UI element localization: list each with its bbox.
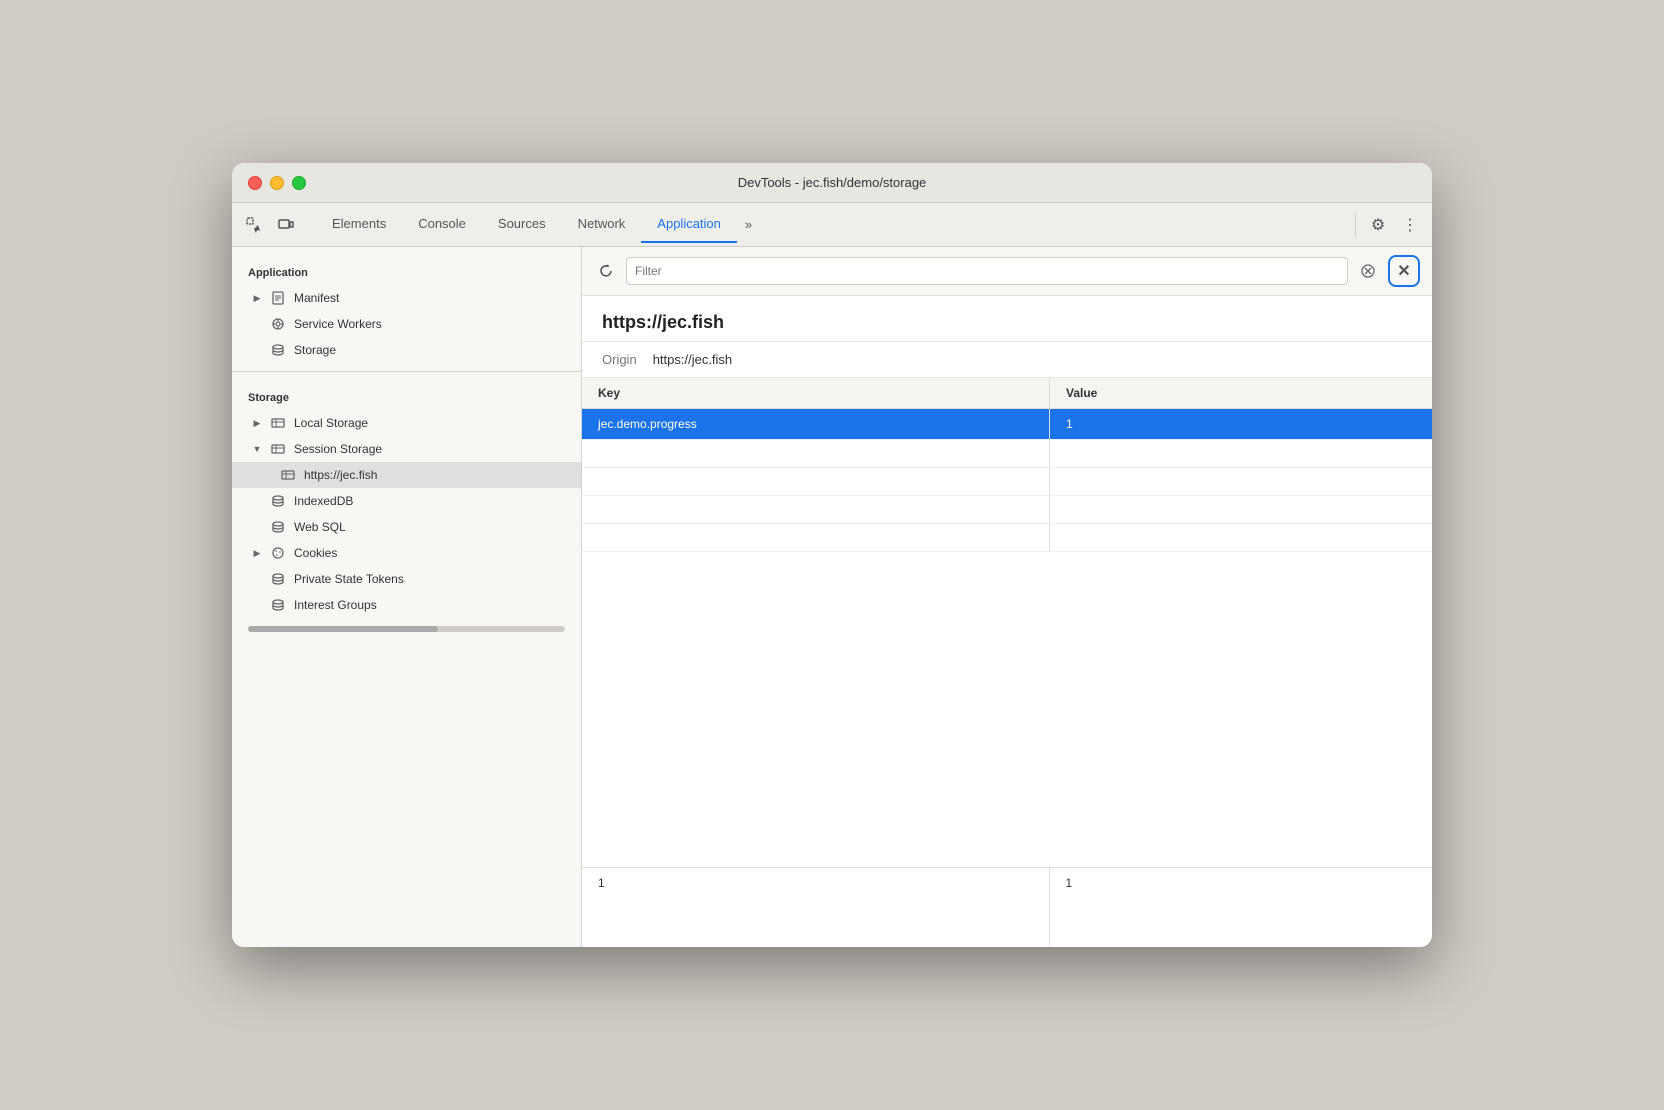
sidebar-item-web-sql[interactable]: Web SQL [232,514,581,540]
more-options-icon[interactable]: ⋮ [1396,211,1424,239]
sidebar-item-manifest[interactable]: ▶ Manifest [232,285,581,311]
session-storage-icon [270,441,286,457]
maximize-button[interactable] [292,176,306,190]
sidebar-item-local-storage[interactable]: ▶ Local Storage [232,410,581,436]
window-title: DevTools - jec.fish/demo/storage [738,175,927,190]
bottom-data-value: 1 [1050,868,1433,947]
sidebar-item-interest-groups[interactable]: Interest Groups [232,592,581,618]
bottom-key-value: 1 [582,868,1050,947]
arrow-right-icon: ▶ [252,293,262,303]
sidebar: Application ▶ Manifest [232,247,582,947]
web-sql-label: Web SQL [294,520,346,534]
manifest-icon [270,290,286,306]
table-row[interactable]: jec.demo.progress 1 [582,409,1432,440]
tab-more[interactable]: » [737,207,760,242]
sidebar-item-storage-app[interactable]: Storage [232,337,581,363]
sidebar-section-application: Application [232,255,581,285]
manifest-label: Manifest [294,291,339,305]
origin-value: https://jec.fish [653,352,732,367]
local-storage-icon [270,415,286,431]
main-panel: ✕ https://jec.fish Origin https://jec.fi… [582,247,1432,947]
minimize-button[interactable] [270,176,284,190]
panel-toolbar: ✕ [582,247,1432,296]
origin-row: Origin https://jec.fish [582,342,1432,378]
traffic-lights [248,176,306,190]
web-sql-icon [270,519,286,535]
close-button[interactable] [248,176,262,190]
data-table: Key Value jec.demo.progress 1 [582,378,1432,552]
table-row-empty-3 [582,496,1432,524]
panel-title: https://jec.fish [582,296,1432,342]
settings-icon[interactable]: ⚙ [1364,211,1392,239]
service-workers-label: Service Workers [294,317,382,331]
session-storage-arrow-icon: ▼ [252,444,262,454]
sidebar-section-storage: Storage [232,380,581,410]
tab-console[interactable]: Console [402,206,482,243]
tab-network[interactable]: Network [562,206,642,243]
col-header-key: Key [582,378,1050,409]
interest-groups-label: Interest Groups [294,598,377,612]
table-row-empty-1 [582,440,1432,468]
sidebar-item-cookies[interactable]: ▶ Cookies [232,540,581,566]
table-row-empty-4 [582,524,1432,552]
sidebar-scrollbar-thumb [248,626,438,632]
storage-app-icon [270,342,286,358]
service-workers-icon [270,316,286,332]
clear-filter-icon[interactable] [1356,259,1380,283]
toolbar-left-icons [240,211,300,239]
session-storage-label: Session Storage [294,442,382,456]
private-state-tokens-label: Private State Tokens [294,572,404,586]
devtools-window: DevTools - jec.fish/demo/storage Element… [232,163,1432,947]
sidebar-scrollbar[interactable] [248,626,565,632]
main-content: Application ▶ Manifest [232,247,1432,947]
session-child-icon [280,467,296,483]
table-cell-value: 1 [1050,409,1433,440]
tab-elements[interactable]: Elements [316,206,402,243]
local-storage-label: Local Storage [294,416,368,430]
cookies-icon [270,545,286,561]
inspect-icon[interactable] [240,211,268,239]
indexeddb-label: IndexedDB [294,494,353,508]
private-state-icon [270,571,286,587]
sidebar-divider-1 [232,371,581,372]
table-cell-key: jec.demo.progress [582,409,1050,440]
tab-list: Elements Console Sources Network Applica… [316,206,1351,243]
storage-app-label: Storage [294,343,336,357]
title-bar: DevTools - jec.fish/demo/storage [232,163,1432,203]
sidebar-item-private-state-tokens[interactable]: Private State Tokens [232,566,581,592]
cookies-label: Cookies [294,546,337,560]
toolbar-separator [1355,213,1356,237]
origin-label: Origin [602,352,637,367]
tab-sources[interactable]: Sources [482,206,562,243]
indexeddb-icon [270,493,286,509]
bottom-panel: 1 1 [582,867,1432,947]
col-header-value: Value [1050,378,1433,409]
sidebar-item-service-workers[interactable]: Service Workers [232,311,581,337]
table-row-empty-2 [582,468,1432,496]
sidebar-item-session-storage[interactable]: ▼ Session Storage [232,436,581,462]
sidebar-item-session-storage-child[interactable]: https://jec.fish [232,462,581,488]
cookies-arrow-icon: ▶ [252,548,262,558]
tab-bar: Elements Console Sources Network Applica… [232,203,1432,247]
close-x-button[interactable]: ✕ [1388,255,1420,287]
local-storage-arrow-icon: ▶ [252,418,262,428]
refresh-button[interactable] [594,259,618,283]
filter-input[interactable] [626,257,1348,285]
device-icon[interactable] [272,211,300,239]
table-container: Key Value jec.demo.progress 1 [582,378,1432,867]
sidebar-item-indexeddb[interactable]: IndexedDB [232,488,581,514]
tab-application[interactable]: Application [641,206,737,243]
session-storage-child-label: https://jec.fish [304,468,377,482]
interest-groups-icon [270,597,286,613]
toolbar-right: ⚙ ⋮ [1351,211,1424,239]
